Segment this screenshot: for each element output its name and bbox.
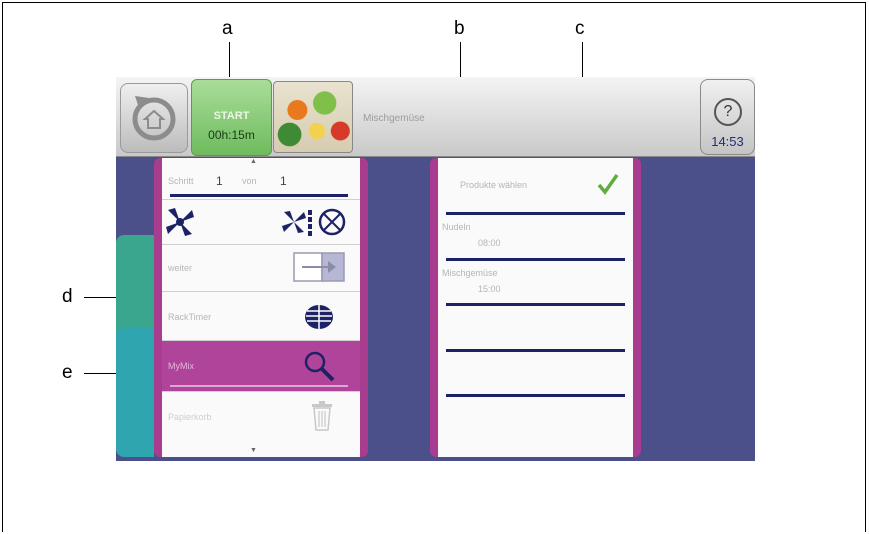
racktimer-icon: [305, 305, 333, 329]
start-time: 00h:15m: [208, 128, 255, 142]
fan-row-icons: [166, 208, 346, 236]
mymix-label: MyMix: [168, 361, 194, 371]
step-current: 1: [216, 174, 223, 188]
trash-icon: [312, 401, 332, 431]
weiter-arrow-icon: [293, 252, 345, 282]
product-item-2-time: 15:00: [478, 284, 501, 294]
step-row[interactable]: ▲ Schritt 1 von 1: [162, 158, 360, 200]
product-line-3: [446, 303, 625, 306]
program-title: Mischgemüse: [363, 113, 425, 124]
fan-row[interactable]: [162, 200, 360, 245]
step-total: 1: [280, 174, 287, 188]
step-panel-inner: ▲ Schritt 1 von 1 weiter RackTimer MyMix…: [162, 158, 360, 457]
side-tab-teal[interactable]: [116, 327, 154, 457]
start-button[interactable]: START 00h:15m: [191, 79, 272, 156]
start-label: START: [213, 110, 250, 122]
back-icon: [132, 96, 176, 141]
select-products-label: Produkte wählen: [460, 180, 528, 190]
step-of: von: [242, 176, 257, 186]
program-image[interactable]: [273, 81, 353, 153]
fan-speed-icon: [282, 208, 346, 236]
fan-icon: [166, 208, 194, 236]
step-panel: ▲ Schritt 1 von 1 weiter RackTimer MyMix…: [154, 158, 368, 457]
back-button[interactable]: [120, 83, 188, 153]
step-underline: [170, 194, 348, 197]
product-panel: Produkte wählen Nudeln 08:00 Mischgemüse…: [430, 158, 641, 457]
search-icon: [304, 351, 335, 382]
callout-d: d: [62, 286, 73, 307]
callout-e: e: [62, 362, 73, 383]
delete-row[interactable]: Papierkorb ▼: [162, 392, 360, 457]
scroll-up-icon[interactable]: ▲: [250, 158, 257, 165]
product-item-1-name: Nudeln: [442, 222, 471, 232]
top-bar: START 00h:15m Mischgemüse ? 14:53: [116, 77, 755, 157]
mymix-underline: [170, 385, 348, 387]
checkmark-icon: [597, 173, 619, 195]
racktimer-label: RackTimer: [168, 312, 212, 322]
racktimer-row[interactable]: RackTimer: [162, 292, 360, 341]
weiter-row[interactable]: weiter: [162, 245, 360, 292]
step-label: Schritt: [168, 176, 194, 186]
clock: 14:53: [711, 134, 744, 149]
scroll-down-icon[interactable]: ▼: [250, 447, 257, 454]
delete-label: Papierkorb: [168, 412, 212, 422]
callout-c: c: [575, 18, 585, 39]
product-line-2: [446, 258, 625, 261]
callout-a: a: [222, 18, 233, 39]
callout-b: b: [454, 18, 465, 39]
mymix-row-selected[interactable]: MyMix: [162, 341, 360, 392]
product-line-4: [446, 349, 625, 352]
product-item-2-name: Mischgemüse: [442, 268, 498, 278]
help-icon: ?: [714, 98, 742, 126]
product-panel-inner: Produkte wählen Nudeln 08:00 Mischgemüse…: [438, 158, 633, 457]
select-products-row[interactable]: Produkte wählen: [438, 158, 633, 208]
help-button[interactable]: ? 14:53: [700, 79, 755, 155]
product-item-1[interactable]: Nudeln 08:00: [442, 218, 542, 254]
product-item-1-time: 08:00: [478, 238, 501, 248]
oven-screen: START 00h:15m Mischgemüse ? 14:53 ▲ Schr…: [116, 77, 755, 461]
product-line-5: [446, 394, 625, 397]
product-item-2[interactable]: Mischgemüse 15:00: [442, 264, 552, 300]
product-line-1: [446, 212, 625, 215]
weiter-label: weiter: [168, 263, 193, 273]
